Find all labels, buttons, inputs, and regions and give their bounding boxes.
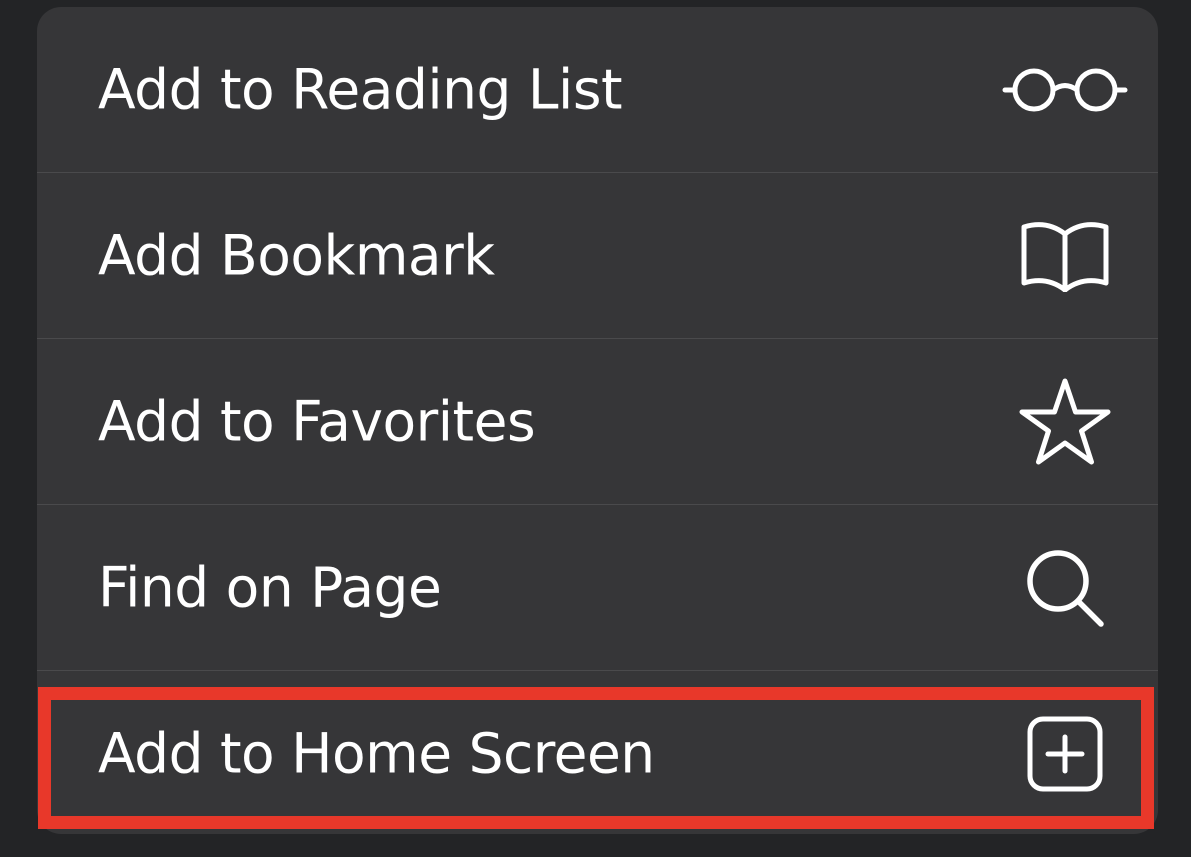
book-icon bbox=[1021, 222, 1109, 292]
magnifying-glass-icon bbox=[1027, 550, 1104, 627]
plus-square-icon bbox=[1027, 716, 1103, 792]
menu-item-add-to-home-screen[interactable]: Add to Home Screen bbox=[37, 671, 1158, 834]
menu-item-label: Add to Reading List bbox=[98, 57, 623, 122]
menu-item-add-bookmark[interactable]: Add Bookmark bbox=[37, 173, 1158, 339]
menu-item-label: Add Bookmark bbox=[98, 223, 495, 288]
menu-item-find-on-page[interactable]: Find on Page bbox=[37, 505, 1158, 671]
menu-item-label: Add to Home Screen bbox=[98, 721, 655, 786]
menu-item-add-to-reading-list[interactable]: Add to Reading List bbox=[37, 7, 1158, 173]
share-action-menu: Add to Reading List Add Bookmark Add to … bbox=[37, 7, 1158, 834]
menu-item-add-to-favorites[interactable]: Add to Favorites bbox=[37, 339, 1158, 505]
star-icon bbox=[1019, 378, 1111, 465]
menu-item-label: Find on Page bbox=[98, 555, 442, 620]
menu-item-label: Add to Favorites bbox=[98, 389, 536, 454]
glasses-icon bbox=[1002, 68, 1128, 112]
